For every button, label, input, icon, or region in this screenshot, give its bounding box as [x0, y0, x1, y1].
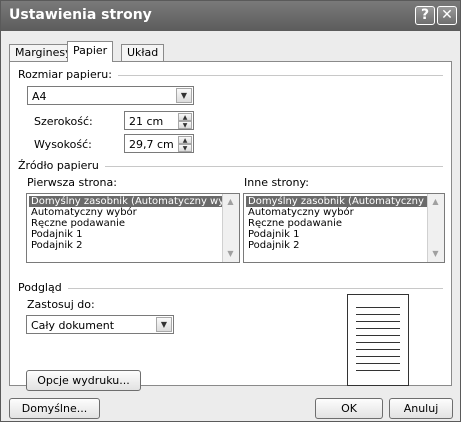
- apply-to-label: Zastosuj do:: [27, 298, 95, 311]
- triangle-down-icon[interactable]: ▼: [178, 144, 192, 152]
- first-page-listbox[interactable]: Domyślny zasobnik (Automatyczny wybór) A…: [26, 193, 240, 263]
- page-preview: [347, 294, 409, 386]
- default-button[interactable]: Domyślne...: [9, 398, 100, 419]
- triangle-down-icon[interactable]: ▼: [178, 121, 192, 129]
- width-spinner[interactable]: 21 cm ▲ ▼: [124, 111, 194, 130]
- tab-paper[interactable]: Papier: [67, 41, 114, 62]
- dialog-title: Ustawienia strony: [9, 7, 152, 23]
- scroll-up-icon[interactable]: ▲: [428, 194, 443, 210]
- height-spinner[interactable]: 29,7 cm ▲ ▼: [124, 134, 194, 153]
- print-options-button[interactable]: Opcje wydruku...: [26, 370, 141, 391]
- list-item[interactable]: Podajnik 2: [246, 240, 302, 251]
- help-button[interactable]: ?: [415, 6, 435, 25]
- cancel-button[interactable]: Anuluj: [389, 398, 453, 419]
- list-item[interactable]: Domyślny zasobnik (Automatyczny wybór): [29, 196, 239, 207]
- list-item[interactable]: Automatyczny wybór: [29, 207, 139, 218]
- close-icon: ✕: [441, 7, 453, 23]
- help-icon: ?: [420, 7, 430, 23]
- preview-group-line: [18, 288, 443, 289]
- tab-layout-label: Układ: [127, 46, 159, 59]
- triangle-up-icon[interactable]: ▲: [178, 136, 192, 144]
- page-setup-dialog: Ustawienia strony ? ✕ Marginesy Papier U…: [0, 0, 461, 422]
- width-label: Szerokość:: [34, 115, 93, 128]
- height-value: 29,7 cm: [129, 138, 174, 151]
- list-item[interactable]: Podajnik 2: [29, 240, 85, 251]
- width-value: 21 cm: [129, 115, 164, 128]
- other-pages-listbox[interactable]: Domyślny zasobnik (Automatyczny wybór) A…: [243, 193, 445, 263]
- paper-size-value: A4: [32, 90, 47, 103]
- paper-source-group-label: Źródło papieru: [18, 159, 105, 173]
- list-item[interactable]: Podajnik 1: [29, 229, 85, 240]
- chevron-down-icon[interactable]: ▼: [176, 88, 192, 103]
- close-button[interactable]: ✕: [437, 6, 457, 25]
- list-item[interactable]: Automatyczny wybór: [246, 207, 356, 218]
- other-pages-scrollbar[interactable]: ▲ ▼: [427, 194, 444, 262]
- first-page-scrollbar[interactable]: ▲ ▼: [222, 194, 239, 262]
- tab-margins-label: Marginesy: [15, 46, 72, 59]
- scroll-down-icon[interactable]: ▼: [223, 246, 238, 262]
- tab-paper-label: Papier: [73, 44, 108, 57]
- preview-group-label: Podgląd: [18, 281, 68, 295]
- apply-to-dropdown[interactable]: Cały dokument ▼: [26, 315, 174, 334]
- paper-tab-panel: Rozmiar papieru: A4 ▼ Szerokość: 21 cm ▲…: [9, 61, 452, 391]
- list-item[interactable]: Podajnik 1: [246, 229, 302, 240]
- scroll-down-icon[interactable]: ▼: [428, 246, 443, 262]
- list-item[interactable]: Domyślny zasobnik (Automatyczny wybór): [246, 196, 444, 207]
- height-label: Wysokość:: [34, 138, 92, 151]
- chevron-down-icon[interactable]: ▼: [156, 317, 172, 332]
- list-item[interactable]: Ręczne podawanie: [246, 218, 344, 229]
- first-page-label: Pierwsza strona:: [27, 176, 117, 189]
- apply-to-value: Cały dokument: [31, 319, 115, 332]
- scroll-up-icon[interactable]: ▲: [223, 194, 238, 210]
- title-bar: Ustawienia strony ? ✕: [1, 1, 460, 31]
- paper-size-group-label: Rozmiar papieru:: [18, 68, 118, 82]
- other-pages-label: Inne strony:: [244, 176, 309, 189]
- paper-size-dropdown[interactable]: A4 ▼: [27, 86, 194, 105]
- tab-layout[interactable]: Układ: [121, 44, 165, 61]
- list-item[interactable]: Ręczne podawanie: [29, 218, 127, 229]
- triangle-up-icon[interactable]: ▲: [178, 113, 192, 121]
- ok-button[interactable]: OK: [315, 398, 383, 419]
